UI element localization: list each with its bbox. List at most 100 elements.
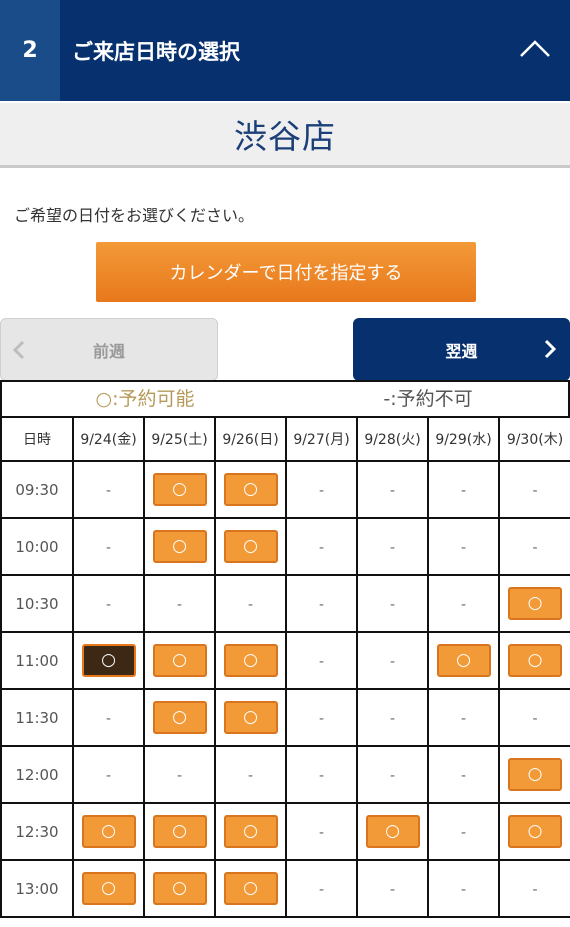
slot-cell: -: [356, 688, 429, 747]
available-time-slot[interactable]: ○: [436, 644, 491, 677]
unavailable-mark: -: [318, 881, 325, 898]
slot-cell: -: [427, 859, 500, 918]
slot-cell: -: [143, 745, 216, 804]
available-time-slot[interactable]: ○: [365, 815, 420, 848]
slot-cell: -: [498, 460, 570, 519]
calendar-button[interactable]: カレンダーで日付を指定する: [96, 242, 476, 302]
chevron-up-icon[interactable]: [518, 32, 552, 66]
slot-cell: -: [356, 859, 429, 918]
available-time-slot[interactable]: ○: [508, 758, 562, 791]
next-week-button[interactable]: 翌週: [353, 318, 570, 381]
slot-cell: -: [427, 745, 500, 804]
slot-cell: ○: [214, 688, 287, 747]
available-time-slot[interactable]: ○: [152, 644, 207, 677]
selected-time-slot[interactable]: ○: [81, 644, 136, 677]
slot-cell: -: [285, 859, 358, 918]
unavailable-mark: -: [389, 596, 396, 613]
unavailable-mark: -: [389, 881, 396, 898]
unavailable-mark: -: [389, 653, 396, 670]
available-time-slot[interactable]: ○: [223, 815, 278, 848]
available-time-slot[interactable]: ○: [223, 473, 278, 506]
unavailable-mark: -: [460, 710, 467, 727]
slot-cell: ○: [72, 802, 145, 861]
slot-cell: -: [72, 460, 145, 519]
unavailable-mark: -: [389, 767, 396, 784]
instruction-text: ご希望の日付をお選びください。: [14, 206, 255, 225]
step-number: 2: [0, 0, 60, 101]
unavailable-mark: -: [532, 539, 538, 556]
unavailable-mark: -: [389, 539, 396, 556]
unavailable-mark: -: [105, 767, 112, 784]
slot-cell: ○: [143, 859, 216, 918]
available-time-slot[interactable]: ○: [152, 701, 207, 734]
available-time-slot[interactable]: ○: [508, 644, 562, 677]
slot-cell: ○: [427, 631, 500, 690]
slot-cell: -: [356, 517, 429, 576]
available-time-slot[interactable]: ○: [223, 872, 278, 905]
slot-cell: -: [285, 460, 358, 519]
availability-table: 日時 9/24(金) 9/25(土) 9/26(日) 9/27(月) 9/28(火) 9/…: [0, 416, 570, 918]
slot-cell: -: [285, 631, 358, 690]
slot-cell: ○: [143, 460, 216, 519]
day-header: 9/24(金): [72, 416, 145, 462]
slot-cell: ○: [214, 517, 287, 576]
next-week-label: 翌週: [445, 341, 478, 361]
unavailable-mark: -: [105, 596, 112, 613]
slot-cell: -: [427, 574, 500, 633]
slot-cell: -: [427, 517, 500, 576]
available-time-slot[interactable]: ○: [152, 815, 207, 848]
prev-week-button[interactable]: 前週: [0, 318, 218, 381]
time-label: 13:00: [0, 859, 74, 918]
unavailable-mark: -: [176, 596, 183, 613]
day-header: 9/28(火): [356, 416, 429, 462]
time-label: 12:30: [0, 802, 74, 861]
week-navigation: 前週 翌週: [0, 318, 570, 382]
unavailable-mark: -: [460, 596, 467, 613]
day-header: 9/30(木): [498, 416, 570, 462]
unavailable-mark: -: [460, 539, 467, 556]
slot-cell: -: [498, 517, 570, 576]
section-header[interactable]: 2 ご来店日時の選択: [0, 0, 570, 101]
slot-cell: ○: [498, 574, 570, 633]
available-time-slot[interactable]: ○: [223, 644, 278, 677]
slot-cell: ○: [143, 802, 216, 861]
available-time-slot[interactable]: ○: [81, 815, 136, 848]
slot-cell: ○: [214, 802, 287, 861]
slot-cell: -: [72, 745, 145, 804]
available-time-slot[interactable]: ○: [223, 530, 278, 563]
unavailable-mark: -: [532, 482, 538, 499]
legend-available: ○:予約可能: [95, 388, 195, 410]
available-time-slot[interactable]: ○: [81, 872, 136, 905]
available-time-slot[interactable]: ○: [223, 701, 278, 734]
available-time-slot[interactable]: ○: [152, 473, 207, 506]
available-time-slot[interactable]: ○: [152, 530, 207, 563]
unavailable-mark: -: [532, 881, 538, 898]
slot-cell: ○: [498, 745, 570, 804]
table-header-row: 日時 9/24(金) 9/25(土) 9/26(日) 9/27(月) 9/28(火) 9/…: [0, 416, 570, 462]
table-row: 13:00 ○ ○ ○ - - - -: [0, 859, 570, 918]
time-label: 11:30: [0, 688, 74, 747]
slot-cell: ○: [214, 859, 287, 918]
store-bar: 渋谷店: [0, 103, 570, 168]
available-time-slot[interactable]: ○: [508, 815, 562, 848]
table-row: 10:30 - - - - - - ○: [0, 574, 570, 633]
available-time-slot[interactable]: ○: [508, 587, 562, 620]
unavailable-mark: -: [460, 767, 467, 784]
available-time-slot[interactable]: ○: [152, 872, 207, 905]
slot-cell: -: [72, 517, 145, 576]
unavailable-mark: -: [318, 653, 325, 670]
slot-cell: -: [427, 460, 500, 519]
slot-cell: ○: [356, 802, 429, 861]
slot-cell: -: [143, 574, 216, 633]
slot-cell: ○: [143, 688, 216, 747]
section-title: ご来店日時の選択: [72, 39, 240, 64]
table-row: 11:00 ○ ○ ○ - - ○ ○: [0, 631, 570, 690]
unavailable-mark: -: [389, 482, 396, 499]
slot-cell: ○: [143, 517, 216, 576]
slot-cell: -: [214, 574, 287, 633]
day-header: 9/27(月): [285, 416, 358, 462]
unavailable-mark: -: [460, 824, 467, 841]
unavailable-mark: -: [318, 824, 325, 841]
prev-week-label: 前週: [92, 341, 125, 361]
slot-cell: -: [285, 745, 358, 804]
